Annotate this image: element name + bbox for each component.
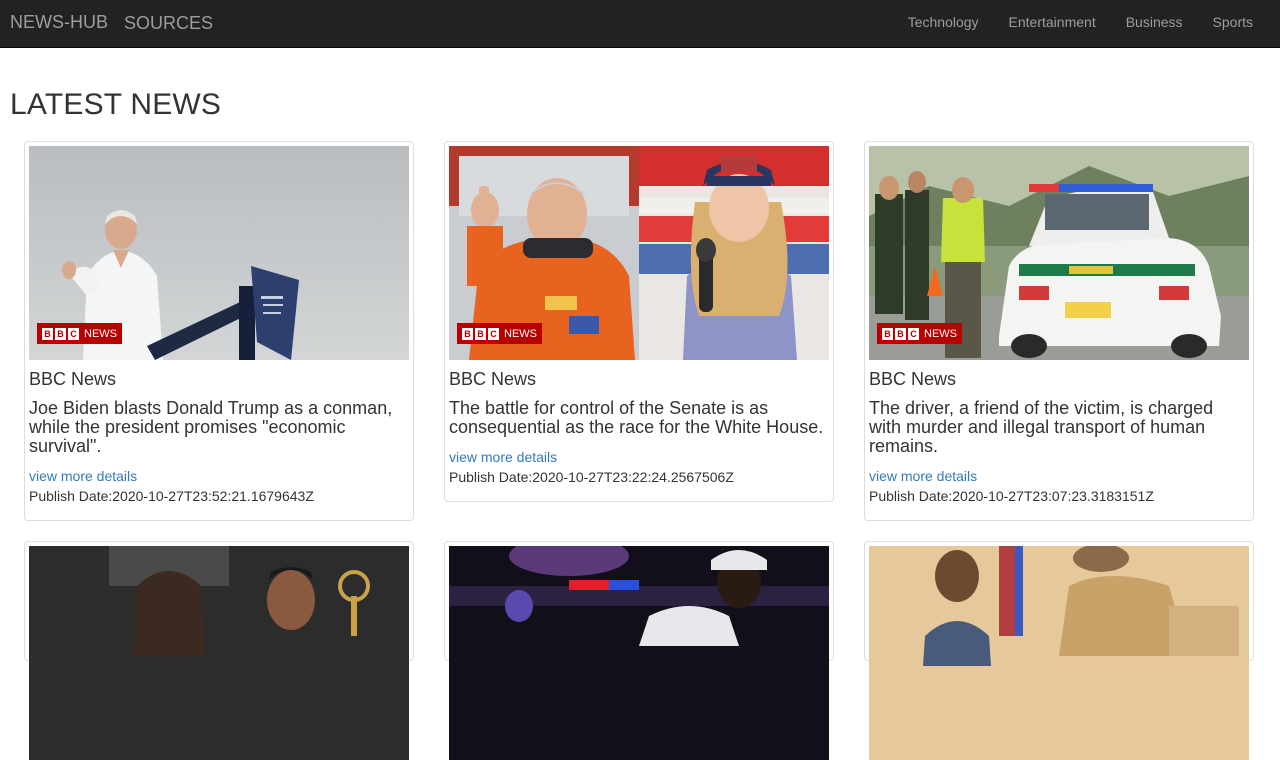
news-card: B B C NEWS BBC News The driver, a friend… [864, 141, 1254, 521]
bbc-news-logo: B B C NEWS [37, 323, 122, 344]
news-card [864, 541, 1254, 760]
top-navbar: NEWS-HUB SOURCES Technology Entertainmen… [0, 0, 1280, 48]
article-source: BBC News [449, 369, 537, 389]
bbc-news-logo: B B C NEWS [457, 323, 542, 344]
article-headline: The driver, a friend of the victim, is c… [869, 398, 1214, 456]
article-image[interactable]: B B C NEWS [869, 146, 1249, 360]
view-more-details-link[interactable]: view more details [869, 468, 977, 484]
nav-sports[interactable]: Sports [1198, 14, 1268, 30]
news-card: B B C NEWS BBC News Joe Biden blasts Don… [24, 141, 414, 521]
publish-date: Publish Date:2020-10-27T23:22:24.2567506… [449, 469, 734, 485]
view-more-details-link[interactable]: view more details [449, 449, 557, 465]
view-more-details-link[interactable]: view more details [29, 468, 137, 484]
page-title: LATEST NEWS [10, 88, 222, 121]
news-card [444, 541, 834, 760]
news-card: B B C NEWS BBC News The battle for contr… [444, 141, 834, 502]
article-image[interactable] [29, 546, 409, 760]
publish-date: Publish Date:2020-10-27T23:07:23.3183151… [869, 488, 1154, 504]
news-card [24, 541, 414, 760]
publish-date: Publish Date:2020-10-27T23:52:21.1679643… [29, 488, 314, 504]
article-image[interactable] [449, 546, 829, 760]
nav-business[interactable]: Business [1111, 14, 1198, 30]
article-image[interactable]: B B C NEWS [449, 146, 829, 360]
night-police-image [449, 546, 829, 760]
celebrity-couple-image [29, 546, 409, 760]
brand-link[interactable]: NEWS-HUB [10, 12, 108, 33]
category-nav: Technology Entertainment Business Sports [893, 14, 1268, 30]
article-source: BBC News [29, 369, 117, 389]
article-source: BBC News [869, 369, 957, 389]
article-headline: The battle for control of the Senate is … [449, 398, 824, 437]
article-headline: Joe Biden blasts Donald Trump as a conma… [29, 398, 393, 456]
article-image[interactable] [869, 546, 1249, 760]
nav-entertainment[interactable]: Entertainment [994, 14, 1111, 30]
nav-sources-link[interactable]: SOURCES [124, 13, 213, 34]
courtroom-sketch-image [869, 546, 1249, 760]
nav-technology[interactable]: Technology [893, 14, 994, 30]
article-image[interactable]: B B C NEWS [29, 146, 409, 360]
bbc-news-logo: B B C NEWS [877, 323, 962, 344]
